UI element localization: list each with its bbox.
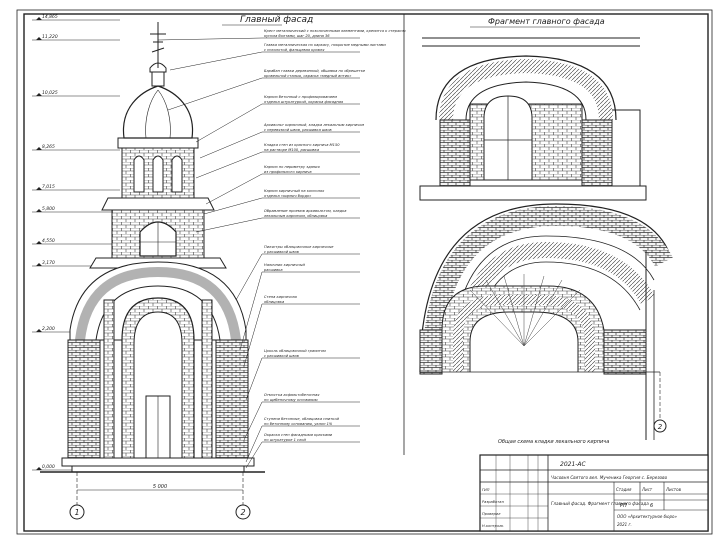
stamp-sheet: 6 <box>650 503 653 509</box>
fragment-caption: Общая схема кладки лекального кирпича <box>498 439 609 445</box>
callout-note-line1: Карниз по периметру здания <box>264 165 320 169</box>
callout-note-line2: с перевязкой швов, расшивка швов <box>264 128 332 132</box>
axis-label-1: 1 <box>74 508 79 517</box>
callout-leader <box>195 151 263 179</box>
callout-note-line1: Отмостка асфальтобетонная <box>264 393 320 397</box>
facade-fragment-drawing: Фрагмент главного фасада 2 Общая схема к… <box>419 17 673 445</box>
stamp-stage: РП <box>620 503 627 509</box>
onion-dome <box>122 85 194 139</box>
stamp-code: 2021-АС <box>560 461 587 468</box>
level-label: 14,865 <box>42 14 58 20</box>
stamp-signer-4: ГИП <box>482 488 490 492</box>
callout-note-line1: Крест металлический с позолоченными элем… <box>264 29 406 33</box>
callout-note-line2: с расшивкой швов <box>264 354 299 358</box>
callout-note-line2: отделка «кирпич бордо» <box>264 194 311 198</box>
callout-note-line1: Наличник кирпичный <box>264 263 305 267</box>
callout-leader <box>243 303 263 367</box>
callout-note-line1: Стена кирпичная <box>264 295 298 299</box>
cross-graphic <box>150 22 166 68</box>
callout-note-line2: из профильного кирпича <box>264 170 312 174</box>
callout-note-line2: облицовка <box>264 300 284 304</box>
callout-note-line2: по бетонному основанию, уклон 1% <box>264 422 333 426</box>
callout-note-line1: Кладка стен из красного кирпича М150 <box>264 143 340 147</box>
callout-leader <box>195 217 263 233</box>
right-pilaster <box>215 339 249 459</box>
callout-note-line2: с расшивкой швов <box>264 250 299 254</box>
callout-note-line1: Барабан главки деревянный, обшивка по об… <box>264 69 366 73</box>
main-facade-drawing: Главный фасад 14,865 11,220 10,025 8,265 7,0… <box>32 14 406 520</box>
drum-windows <box>133 155 183 193</box>
callout-note-line2: лекальным кирпичом, облицовка <box>263 214 327 218</box>
callout-leader <box>239 271 263 351</box>
stamp-sheet-label: Лист <box>641 487 653 492</box>
callout-leader <box>199 131 263 159</box>
fragment-axis-label: 2 <box>658 423 663 431</box>
callout-note-line1: Карниз кирпичный на консолях <box>264 189 325 193</box>
callout-note-line1: Ступени бетонные, облицовка плиткой <box>264 417 340 421</box>
fragment-cornice <box>419 185 647 201</box>
callout-note-line2: по штукатурке 1 слой <box>264 438 306 442</box>
callout-note-line2: на растворе М100, расшивка <box>264 148 319 152</box>
callout-note-line2: с позолотой, фальцевая кровля <box>264 48 325 52</box>
level-label: 8,265 <box>42 144 55 150</box>
callout-leader <box>167 77 263 111</box>
level-label: 0,000 <box>42 464 55 470</box>
level-label: 3,170 <box>42 260 55 266</box>
drawing-sheet: Главный фасад 14,865 11,220 10,025 8,265 7,0… <box>16 9 713 535</box>
callout-leader <box>205 173 263 205</box>
stamp-section: Главный фасад. Фрагмент главного фасада <box>551 501 649 506</box>
callout-leader <box>235 253 263 301</box>
callout-note-line1: Главка металлическая по каркасу, покрыти… <box>264 43 386 47</box>
title-block: 2021-АС Часовня Святого вел. Мученика Ге… <box>479 454 709 532</box>
level-label: 10,025 <box>42 90 58 96</box>
level-label: 11,220 <box>42 34 58 40</box>
callout-leader <box>157 37 263 41</box>
main-facade-title: Главный фасад <box>240 15 313 25</box>
axis-label-2: 2 <box>240 508 245 517</box>
callout-note-line1: Цоколь облицовочный гранитом <box>264 349 326 353</box>
stamp-org: ООО «Архитектурное бюро» <box>617 514 677 519</box>
callout-note-line1: Обрамление проемов архивольтом, кладка <box>264 209 347 213</box>
callout-leader <box>169 51 263 71</box>
stamp-stage-label: Стадия <box>616 487 632 492</box>
stamp-year: 2021 г. <box>617 522 632 527</box>
callout-note-line2: купола болтами, шаг 20, длина 36 <box>264 34 330 38</box>
level-label: 4,550 <box>42 238 55 244</box>
step <box>71 465 245 473</box>
level-label: 7,015 <box>42 184 55 190</box>
callout-note-line1: Карниз бетонный с профилированием <box>264 95 337 99</box>
callout-note-line2: кровельной сталью, окраска «медный антик… <box>264 74 351 78</box>
stamp-signer-3: Н.контроль <box>482 524 504 528</box>
stamp-sheets-label: Листов <box>665 487 682 492</box>
level-label: 5,800 <box>42 206 55 212</box>
callout-note-line1: Архивольт кирпичный, кладка лекальным ки… <box>263 123 364 127</box>
plinth <box>61 457 255 467</box>
level-label: 2,200 <box>42 326 55 332</box>
fragment-title: Фрагмент главного фасада <box>488 17 605 26</box>
stamp-signer-2: Проверил <box>482 512 501 516</box>
drum-base-roof <box>101 197 215 211</box>
callout-note-line1: Окраска стен фасадными красками <box>264 433 333 437</box>
left-pilaster <box>67 339 101 459</box>
callout-note-line2: отделка штукатуркой, окраска фасадная <box>264 100 344 104</box>
callout-note-line2: по щебеночному основанию <box>264 398 318 402</box>
drum-cornice <box>117 137 199 149</box>
stamp-object-name: Часовня Святого вел. Мученика Георгия с.… <box>551 475 668 480</box>
axis-markers: 1 2 5 000 <box>69 472 251 520</box>
dimension-label: 5 000 <box>153 484 167 490</box>
cupola-neck <box>151 71 165 87</box>
callout-note-line2: расшивка <box>263 268 283 272</box>
stamp-signer-1: Разработал <box>482 500 504 504</box>
callout-note-line1: Пилястры облицовочные кирпичные <box>264 245 334 249</box>
